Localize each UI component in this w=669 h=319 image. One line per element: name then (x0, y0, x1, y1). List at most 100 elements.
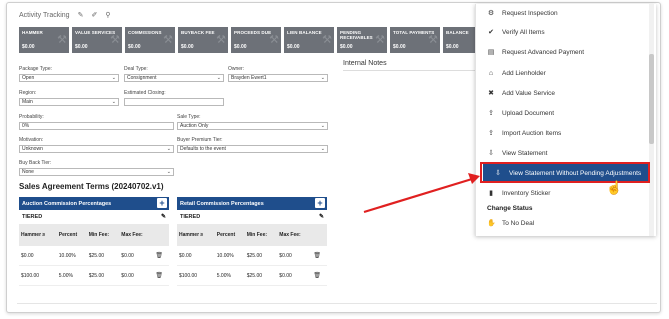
inspection-icon: ⚙ (487, 10, 495, 17)
menu-item-label: Upload Document (502, 109, 555, 117)
gavel-icon: ⚒ (216, 34, 226, 46)
column-header-actions (311, 224, 327, 246)
edit-icon[interactable]: ✎ (319, 213, 324, 220)
tile-value: $0.00 (128, 44, 141, 50)
table-cell: $0.00 (177, 246, 215, 266)
hand-cursor-icon: ☝ (606, 180, 623, 195)
trash-icon[interactable]: 🗑 (311, 265, 327, 286)
gavel-icon: ⚒ (428, 34, 438, 46)
menu-scrollbar[interactable] (649, 4, 654, 236)
package-type-select[interactable]: Open ⌄ (19, 74, 119, 82)
buy-back-select[interactable]: None ⌄ (19, 168, 174, 176)
tile-total-payments: TOTAL PAYMENTS $0.00 ⚒ (390, 27, 440, 53)
table-cell: $25.00 (86, 265, 120, 286)
table-cell: 10.00% (214, 246, 245, 266)
bank-icon: ⌂ (488, 69, 494, 77)
menu-item-import-auction-items[interactable]: ⇪ Import Auction Items (476, 124, 646, 142)
menu-item-verify-all-items[interactable]: ✔ Verify All Items (476, 23, 646, 41)
tile-buyback-fee: BUYBACK FEE $0.00 ⚒ (178, 27, 228, 53)
deal-type-label: Deal Type: (124, 66, 148, 72)
deal-type-value: Consignment (127, 75, 157, 81)
buyer-premium-label: Buyer Premium Tier: (177, 137, 223, 143)
download-icon: ⇩ (488, 150, 494, 157)
retail-commission-card: Retail Commission Percentages + TIERED ✎… (177, 197, 327, 286)
region-select[interactable]: Main ⌄ (19, 98, 119, 106)
menu-item-request-inspection[interactable]: ⚙ Request Inspection (476, 4, 646, 22)
menu-item-label: Request Advanced Payment (502, 48, 585, 56)
probability-input[interactable]: 0% (19, 122, 174, 130)
gavel-icon: ⚒ (163, 34, 173, 46)
footer-divider (17, 303, 657, 304)
probability-label: Probability: (19, 114, 44, 120)
add-icon[interactable]: + (315, 198, 325, 208)
menu-item-view-statement[interactable]: ⇩ View Statement (476, 144, 646, 162)
menu-item-to-no-deal[interactable]: ✋ To No Deal (476, 214, 646, 232)
pencil-icon[interactable]: ✐ (91, 11, 97, 19)
estimated-closing-input[interactable] (124, 98, 224, 106)
tile-value-services: VALUE SERVICES $0.00 ⚒ (72, 27, 122, 53)
owner-value: Brayden Ewert1 (231, 75, 267, 81)
tile-value: $0.00 (234, 44, 247, 50)
column-header: Max Fee: (119, 224, 154, 246)
table-row: $0.00 10.00% $25.00 $0.00 🗑 (177, 246, 327, 266)
package-type-label: Package Type: (19, 66, 52, 72)
gavel-icon: ⚒ (375, 34, 385, 46)
table-cell: 5.00% (214, 265, 245, 286)
scrollbar-thumb[interactable] (649, 54, 654, 144)
column-header: Min Fee: (86, 224, 120, 246)
menu-item-label: Import Auction Items (502, 129, 562, 137)
tile-value: $0.00 (446, 44, 459, 50)
buyer-premium-select[interactable]: Defaults to the event ⌄ (177, 145, 328, 153)
sale-type-label: Sale Type: (177, 114, 201, 120)
table-cell: $0.00 (119, 246, 154, 266)
auction-commission-card: Auction Commission Percentages + TIERED … (19, 197, 169, 286)
menu-item-label: Inventory Sticker (502, 189, 551, 197)
region-label: Region: (19, 90, 37, 96)
add-icon[interactable]: + (157, 198, 167, 208)
table-cell: $100.00 (19, 265, 57, 286)
commission-table: Hammer ≥ Percent Min Fee: Max Fee: $0.00… (19, 224, 169, 286)
change-status-heading: Change Status (487, 205, 533, 212)
menu-item-upload-document[interactable]: ⇪ Upload Document (476, 104, 646, 122)
value-service-icon: ✖ (488, 90, 494, 97)
buyer-premium-value: Defaults to the event (180, 146, 226, 152)
trash-icon[interactable]: 🗑 (153, 246, 169, 266)
column-header: Percent (56, 224, 87, 246)
sale-type-value: Auction Only (180, 123, 209, 129)
owner-select[interactable]: Brayden Ewert1 ⌄ (228, 74, 328, 82)
trash-icon[interactable]: 🗑 (153, 265, 169, 286)
sale-type-select[interactable]: Auction Only ⌄ (177, 122, 328, 130)
table-cell: $100.00 (177, 265, 215, 286)
upload-icon: ⇪ (488, 110, 494, 117)
motivation-select[interactable]: Unknown ⌄ (19, 145, 174, 153)
activity-label: Activity Tracking (19, 11, 70, 19)
menu-item-add-lienholder[interactable]: ⌂ Add Lienholder (476, 64, 646, 82)
trash-icon[interactable]: 🗑 (311, 246, 327, 266)
tile-commissions: COMMISSIONS $0.00 ⚒ (125, 27, 175, 53)
thumbs-down-icon: ✋ (487, 220, 496, 227)
menu-item-label: Verify All Items (502, 28, 545, 36)
actions-menu: ⚙ Request Inspection ✔ Verify All Items ▤ R… (475, 4, 656, 236)
table-cell: $25.00 (86, 246, 120, 266)
summary-tiles: HAMMER $0.00 ⚒ VALUE SERVICES $0.00 ⚒ COMMIS… (19, 27, 493, 53)
link-icon[interactable]: ⚲ (105, 11, 110, 19)
menu-item-add-value-service[interactable]: ✖ Add Value Service (476, 84, 646, 102)
region-value: Main (22, 99, 33, 105)
payment-icon: ▤ (487, 49, 495, 56)
edit-icon[interactable]: ✎ (161, 213, 166, 220)
card-header: Retail Commission Percentages + (177, 197, 327, 210)
motivation-label: Motivation: (19, 137, 44, 143)
column-header: Hammer ≥ (19, 224, 57, 246)
deal-type-select[interactable]: Consignment ⌄ (124, 74, 224, 82)
tile-proceeds-due: PROCEEDS DUE $0.00 ⚒ (231, 27, 281, 53)
tile-value: $0.00 (22, 44, 35, 50)
estimated-closing-label: Estimated Closing: (124, 90, 166, 96)
menu-item-request-advanced-payment[interactable]: ▤ Request Advanced Payment (476, 43, 646, 61)
chevron-down-icon: ⌄ (111, 99, 116, 105)
table-cell: $25.00 (244, 265, 278, 286)
buy-back-label: Buy Back Tier: (19, 160, 52, 166)
commission-table: Hammer ≥ Percent Min Fee: Max Fee: $0.00… (177, 224, 327, 286)
table-cell: $0.00 (277, 265, 312, 286)
edit-icon[interactable]: ✎ (78, 11, 84, 19)
card-title: Auction Commission Percentages (22, 201, 112, 207)
